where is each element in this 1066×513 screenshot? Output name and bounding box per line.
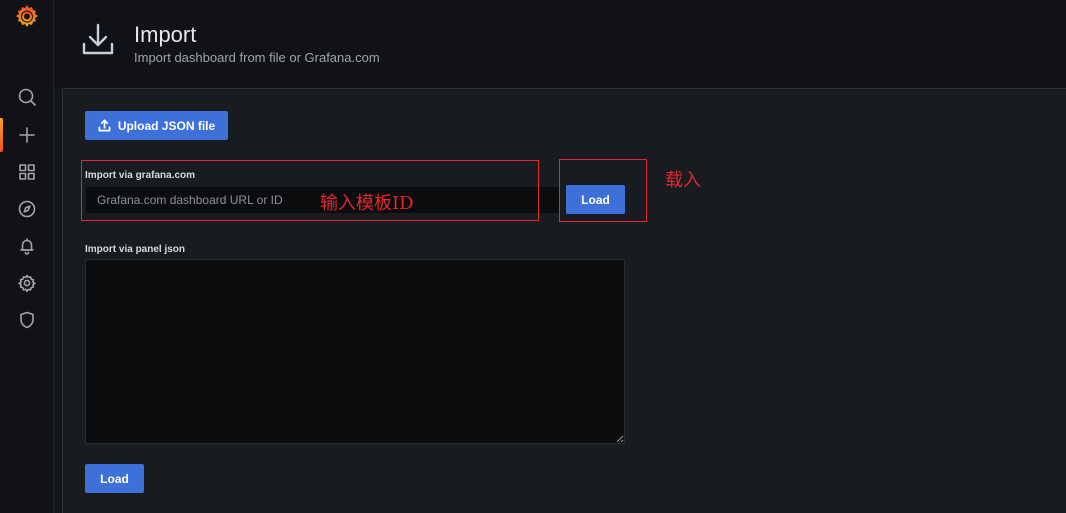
- panel-json-load-button[interactable]: Load: [85, 464, 144, 493]
- plus-icon[interactable]: [15, 123, 39, 147]
- dashboards-icon[interactable]: [15, 160, 39, 184]
- grafana-logo-icon[interactable]: [14, 3, 40, 29]
- gear-icon[interactable]: [15, 271, 39, 295]
- annotation-box-load: [559, 159, 647, 222]
- search-icon[interactable]: [15, 85, 39, 109]
- sidebar: [0, 0, 54, 513]
- page-header: Import Import dashboard from file or Gra…: [54, 0, 1066, 88]
- bell-icon[interactable]: [15, 234, 39, 258]
- upload-json-label: Upload JSON file: [117, 118, 216, 133]
- compass-icon[interactable]: [15, 197, 39, 221]
- annotation-input-note: 输入模板ID: [320, 193, 414, 214]
- panel-json-label: Import via panel json: [85, 244, 186, 255]
- shield-icon[interactable]: [15, 308, 39, 332]
- import-icon: [78, 20, 118, 60]
- annotation-load-note: 载入: [665, 170, 701, 191]
- page-subtitle: Import dashboard from file or Grafana.co…: [134, 50, 380, 65]
- panel-json-textarea[interactable]: [85, 259, 625, 444]
- upload-json-button[interactable]: Upload JSON file: [85, 111, 228, 140]
- active-indicator: [0, 118, 3, 152]
- annotation-box-input: [81, 160, 539, 221]
- page-title: Import: [134, 22, 197, 47]
- upload-icon: [98, 119, 111, 132]
